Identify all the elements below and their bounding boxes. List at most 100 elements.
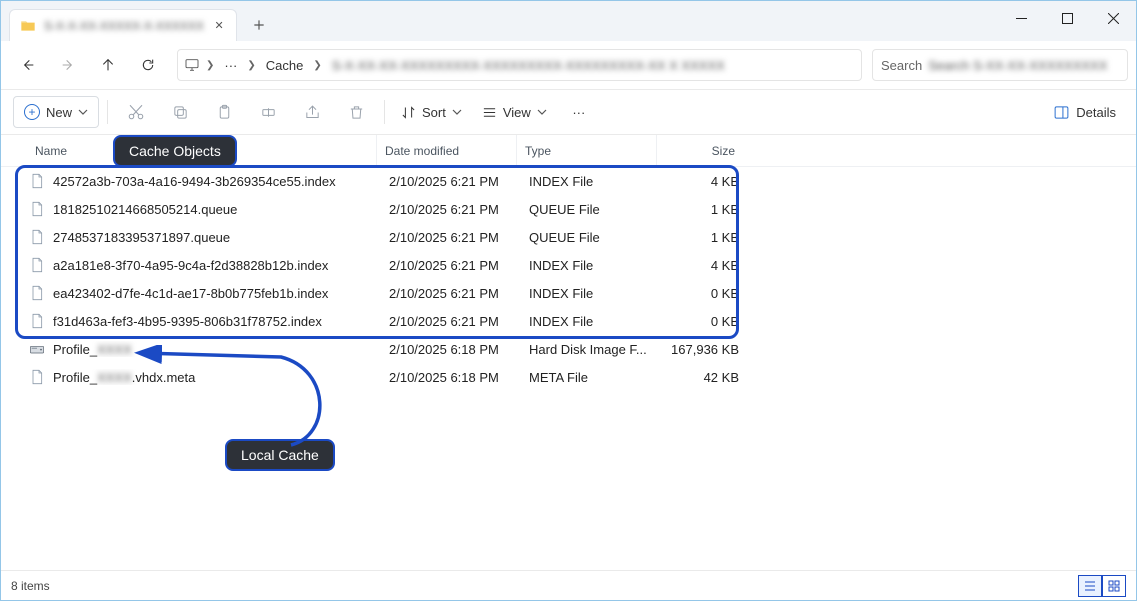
- share-icon: [304, 104, 321, 121]
- more-button[interactable]: ···: [559, 95, 599, 129]
- search-box[interactable]: Search Search S-XX-XX-XXXXXXXXX: [872, 49, 1128, 81]
- new-label: New: [46, 105, 72, 120]
- file-name: Profile_XXXX: [21, 341, 381, 357]
- file-size: 1 KB: [661, 230, 751, 245]
- active-tab[interactable]: S-X-X-XX-XXXXX-X-XXXXXX ✕: [9, 9, 237, 41]
- folder-icon: [20, 18, 36, 34]
- cut-button[interactable]: [116, 95, 156, 129]
- breadcrumb-cache[interactable]: Cache: [262, 56, 308, 75]
- table-row[interactable]: 42572a3b-703a-4a16-9494-3b269354ce55.ind…: [5, 167, 1136, 195]
- file-type: META File: [521, 370, 661, 385]
- file-name: 18182510214668505214.queue: [21, 201, 381, 217]
- table-row[interactable]: Profile_XXXX.vhdx.meta2/10/2025 6:18 PMM…: [5, 363, 1136, 391]
- details-pane-button[interactable]: Details: [1045, 95, 1124, 129]
- monitor-icon: [184, 57, 200, 73]
- refresh-button[interactable]: [129, 47, 167, 83]
- tab-title: S-X-X-XX-XXXXX-X-XXXXXX: [44, 19, 204, 33]
- table-row[interactable]: f31d463a-fef3-4b95-9395-806b31f78752.ind…: [5, 307, 1136, 335]
- file-date: 2/10/2025 6:18 PM: [381, 342, 521, 357]
- file-name: Profile_XXXX.vhdx.meta: [21, 369, 381, 385]
- file-date: 2/10/2025 6:21 PM: [381, 230, 521, 245]
- new-button[interactable]: + New: [13, 96, 99, 128]
- file-type: INDEX File: [521, 314, 661, 329]
- view-mode-switcher: [1078, 575, 1126, 597]
- col-date[interactable]: Date modified: [377, 135, 517, 166]
- minimize-icon: [1016, 13, 1027, 24]
- breadcrumb-tail[interactable]: S-X-XX-XX-XXXXXXXXX-XXXXXXXXX-XXXXXXXXX-…: [328, 56, 729, 75]
- view-button[interactable]: View: [474, 95, 555, 129]
- toolbar: + New Sort View ··· Details: [1, 89, 1136, 135]
- file-size: 4 KB: [661, 258, 751, 273]
- back-button[interactable]: [9, 47, 47, 83]
- file-name: 2748537183395371897.queue: [21, 229, 381, 245]
- back-arrow-icon: [20, 57, 36, 73]
- file-list: 42572a3b-703a-4a16-9494-3b269354ce55.ind…: [1, 167, 1136, 391]
- up-button[interactable]: [89, 47, 127, 83]
- details-view-icon[interactable]: [1078, 575, 1102, 597]
- close-icon: [1108, 13, 1119, 24]
- sort-label: Sort: [422, 105, 446, 120]
- new-tab-button[interactable]: [241, 9, 277, 41]
- view-icon: [482, 105, 497, 120]
- file-type: INDEX File: [521, 286, 661, 301]
- file-size: 0 KB: [661, 314, 751, 329]
- file-name: ea423402-d7fe-4c1d-ae17-8b0b775feb1b.ind…: [21, 285, 381, 301]
- file-name: a2a181e8-3f70-4a95-9c4a-f2d38828b12b.ind…: [21, 257, 381, 273]
- plus-circle-icon: +: [24, 104, 40, 120]
- window-close-button[interactable]: [1090, 1, 1136, 35]
- large-icons-view-icon[interactable]: [1102, 575, 1126, 597]
- forward-button[interactable]: [49, 47, 87, 83]
- file-date: 2/10/2025 6:21 PM: [381, 286, 521, 301]
- file-type: INDEX File: [521, 174, 661, 189]
- file-type: INDEX File: [521, 258, 661, 273]
- forward-arrow-icon: [60, 57, 76, 73]
- table-row[interactable]: a2a181e8-3f70-4a95-9c4a-f2d38828b12b.ind…: [5, 251, 1136, 279]
- content-area: Name Date modified Type Size 42572a3b-70…: [1, 135, 1136, 570]
- refresh-icon: [140, 57, 156, 73]
- local-cache-callout: Local Cache: [225, 439, 335, 471]
- chevron-right-icon: ❯: [245, 60, 257, 71]
- paste-icon: [216, 104, 233, 121]
- table-row[interactable]: Profile_XXXX2/10/2025 6:18 PMHard Disk I…: [5, 335, 1136, 363]
- status-bar: 8 items: [1, 570, 1136, 600]
- delete-button[interactable]: [336, 95, 376, 129]
- nav-bar: ❯ ··· ❯ Cache ❯ S-X-XX-XX-XXXXXXXXX-XXXX…: [1, 41, 1136, 89]
- title-bar: S-X-X-XX-XXXXX-X-XXXXXX ✕: [1, 1, 1136, 41]
- col-size[interactable]: Size: [657, 135, 747, 166]
- file-date: 2/10/2025 6:21 PM: [381, 202, 521, 217]
- share-button[interactable]: [292, 95, 332, 129]
- file-type: QUEUE File: [521, 202, 661, 217]
- file-size: 0 KB: [661, 286, 751, 301]
- sort-icon: [401, 105, 416, 120]
- item-count: 8 items: [11, 579, 50, 593]
- rename-icon: [260, 104, 277, 121]
- file-size: 167,936 KB: [661, 342, 751, 357]
- maximize-button[interactable]: [1044, 1, 1090, 35]
- file-date: 2/10/2025 6:21 PM: [381, 314, 521, 329]
- table-row[interactable]: ea423402-d7fe-4c1d-ae17-8b0b775feb1b.ind…: [5, 279, 1136, 307]
- sort-button[interactable]: Sort: [393, 95, 470, 129]
- table-row[interactable]: 18182510214668505214.queue2/10/2025 6:21…: [5, 195, 1136, 223]
- file-date: 2/10/2025 6:21 PM: [381, 258, 521, 273]
- table-row[interactable]: 2748537183395371897.queue2/10/2025 6:21 …: [5, 223, 1136, 251]
- close-tab-icon[interactable]: ✕: [212, 19, 226, 33]
- cache-objects-callout: Cache Objects: [113, 135, 237, 167]
- breadcrumb-ellipsis[interactable]: ···: [220, 56, 241, 75]
- file-name: f31d463a-fef3-4b95-9395-806b31f78752.ind…: [21, 313, 381, 329]
- details-label: Details: [1076, 105, 1116, 120]
- trash-icon: [348, 104, 365, 121]
- chevron-down-icon: [452, 107, 462, 117]
- address-bar[interactable]: ❯ ··· ❯ Cache ❯ S-X-XX-XX-XXXXXXXXX-XXXX…: [177, 49, 862, 81]
- chevron-down-icon: [78, 107, 88, 117]
- minimize-button[interactable]: [998, 1, 1044, 35]
- cut-icon: [127, 103, 145, 121]
- view-label: View: [503, 105, 531, 120]
- explorer-window: S-X-X-XX-XXXXX-X-XXXXXX ✕ ❯ ··· ❯ Cache …: [0, 0, 1137, 601]
- file-name: 42572a3b-703a-4a16-9494-3b269354ce55.ind…: [21, 173, 381, 189]
- copy-button[interactable]: [160, 95, 200, 129]
- paste-button[interactable]: [204, 95, 244, 129]
- chevron-down-icon: [537, 107, 547, 117]
- col-type[interactable]: Type: [517, 135, 657, 166]
- file-date: 2/10/2025 6:18 PM: [381, 370, 521, 385]
- rename-button[interactable]: [248, 95, 288, 129]
